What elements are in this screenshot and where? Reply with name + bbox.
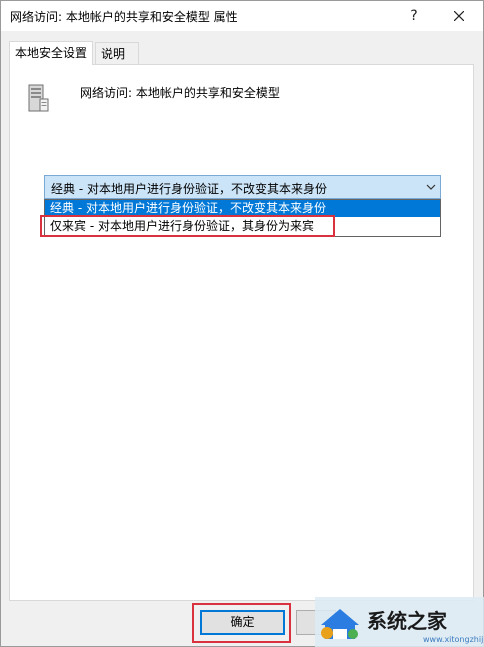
- ok-button[interactable]: 确定: [200, 610, 285, 635]
- select-current-value: 经典 - 对本地用户进行身份验证，不改变其本来身份: [51, 182, 327, 196]
- close-icon: [453, 10, 465, 22]
- policy-server-icon: [28, 84, 49, 112]
- properties-dialog: 网络访问: 本地帐户的共享和安全模型 属性 ? 本地安全设置 说明 网络访问: …: [0, 0, 484, 647]
- security-model-select[interactable]: 经典 - 对本地用户进行身份验证，不改变其本来身份: [44, 175, 441, 199]
- chevron-down-icon: [426, 184, 436, 190]
- window-title: 网络访问: 本地帐户的共享和安全模型 属性: [10, 10, 238, 24]
- tab-local-security-setting[interactable]: 本地安全设置: [9, 41, 93, 65]
- dropdown-option-classic[interactable]: 经典 - 对本地用户进行身份验证，不改变其本来身份: [45, 200, 440, 217]
- close-button[interactable]: [439, 1, 479, 31]
- tab-explain[interactable]: 说明: [95, 42, 139, 64]
- watermark-logo-icon: [321, 609, 359, 639]
- policy-name: 网络访问: 本地帐户的共享和安全模型: [80, 86, 280, 100]
- watermark-url: www.xitongzhijia.net: [423, 635, 484, 644]
- dropdown-option-guest-only[interactable]: 仅来宾 - 对本地用户进行身份验证，其身份为来宾: [45, 218, 440, 235]
- help-button[interactable]: ?: [394, 1, 434, 31]
- tab-panel: 网络访问: 本地帐户的共享和安全模型 经典 - 对本地用户进行身份验证，不改变其…: [9, 64, 474, 601]
- watermark-text: 系统之家: [367, 609, 447, 633]
- title-bar: 网络访问: 本地帐户的共享和安全模型 属性 ?: [1, 1, 483, 31]
- watermark: 系统之家 www.xitongzhijia.net: [315, 597, 484, 647]
- select-dropdown-list: 经典 - 对本地用户进行身份验证，不改变其本来身份 仅来宾 - 对本地用户进行身…: [44, 199, 441, 237]
